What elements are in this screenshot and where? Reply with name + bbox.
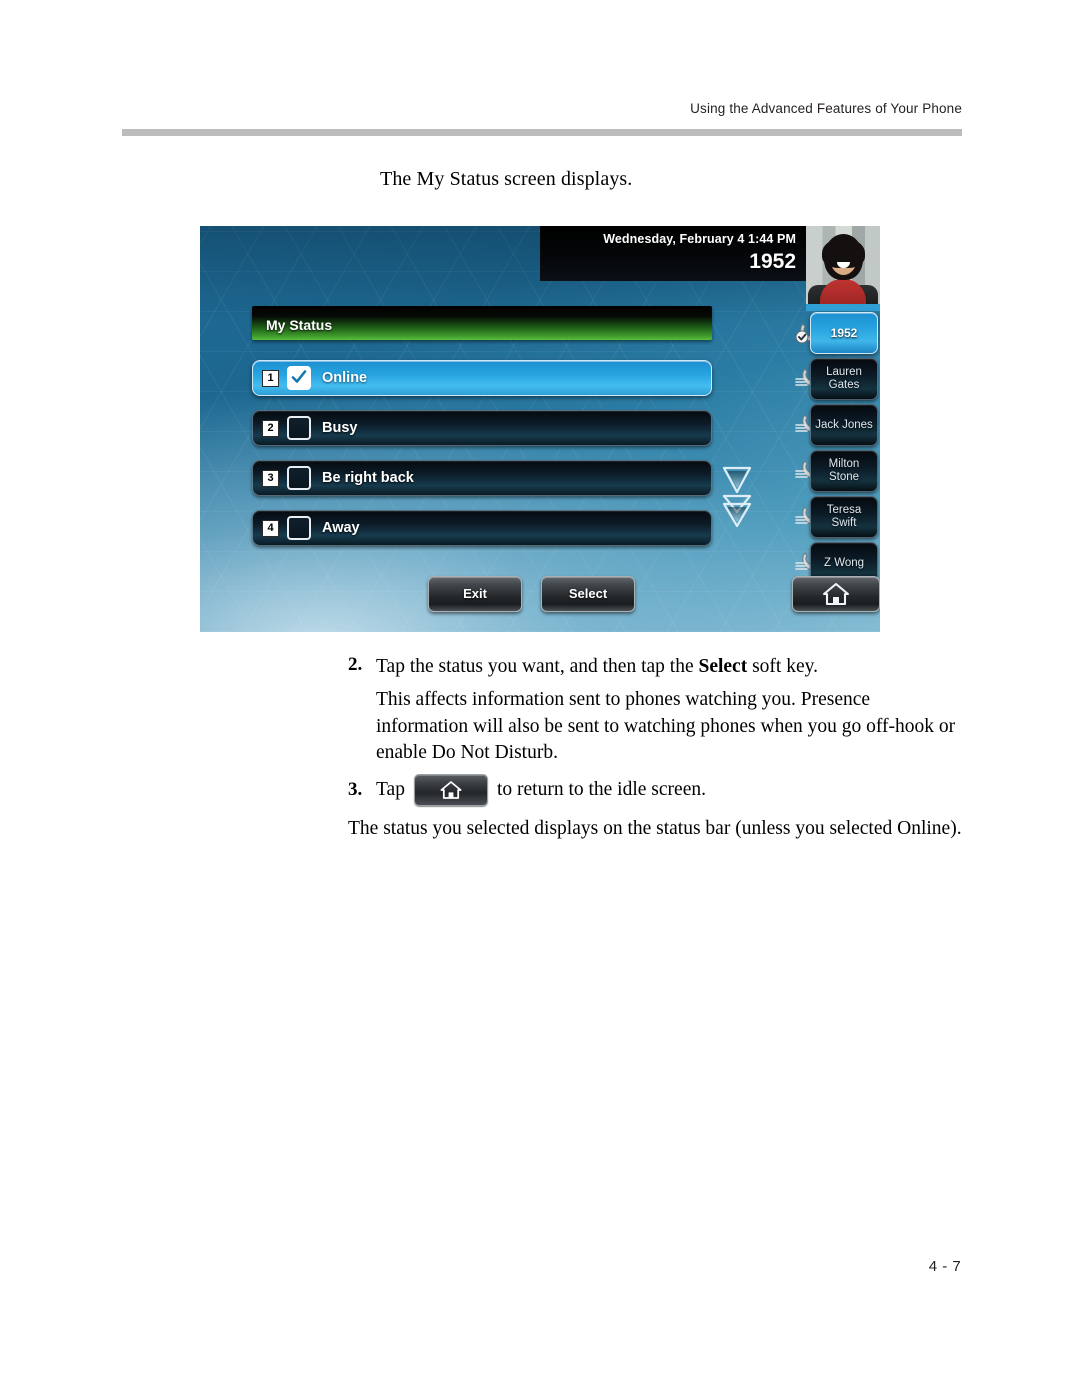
status-row-label: Busy [322, 420, 358, 436]
status-row-index: 1 [262, 369, 279, 387]
status-row-be-right-back[interactable]: 3 Be right back [252, 460, 712, 496]
sidebar-button[interactable]: Lauren Gates [810, 358, 878, 400]
status-row-label: Away [322, 520, 360, 536]
sidebar-line-1952[interactable]: 1952 [794, 312, 880, 354]
page-header: Using the Advanced Features of Your Phon… [122, 100, 962, 118]
sidebar-label: Milton Stone [828, 458, 860, 483]
sidebar-button[interactable]: Jack Jones [810, 404, 878, 446]
step-2-number: 2. [348, 654, 363, 675]
my-status-title-bar: My Status [252, 306, 712, 340]
step-2-bold-select: Select [698, 656, 748, 677]
checkbox-unchecked-icon[interactable] [287, 466, 311, 490]
step-2: 2. Tap the status you want, and then tap… [348, 654, 968, 680]
step-3: 3. Tap to return to the idle screen. [348, 774, 968, 806]
sidebar-label: Lauren Gates [826, 366, 862, 391]
sidebar-button[interactable]: 1952 [810, 312, 878, 354]
status-bar-datetime: Wednesday, February 4 1:44 PM [603, 232, 796, 246]
home-key-button[interactable] [792, 576, 880, 612]
my-status-title: My Status [266, 316, 333, 333]
status-row-index: 3 [262, 469, 279, 487]
status-bar-extension: 1952 [749, 250, 796, 273]
sidebar-button[interactable]: Milton Stone [810, 450, 878, 492]
status-row-online[interactable]: 1 Online [252, 360, 712, 396]
page-header-title: Using the Advanced Features of Your Phon… [690, 101, 962, 116]
step-3-text: Tap to return to the idle screen. [376, 774, 706, 806]
status-options-list: 1 Online 2 Busy 3 Be right back 4 Away [252, 360, 712, 560]
user-photo-avatar [806, 226, 880, 311]
home-icon [440, 781, 462, 799]
phone-screenshot: Wednesday, February 4 1:44 PM 1952 My St… [200, 226, 880, 632]
sidebar-contact-jack-jones[interactable]: Jack Jones [794, 404, 880, 446]
inline-home-key-button[interactable] [413, 774, 488, 806]
sidebar-label: Z Wong [823, 556, 865, 569]
status-row-label: Online [322, 370, 368, 386]
status-row-busy[interactable]: 2 Busy [252, 410, 712, 446]
exit-soft-key[interactable]: Exit [428, 576, 522, 612]
header-rule [122, 129, 962, 136]
sidebar-label: Teresa Swift [826, 504, 862, 529]
sidebar-label: 1952 [830, 325, 858, 340]
chevron-double-down-icon[interactable] [720, 492, 754, 528]
phone-status-bar: Wednesday, February 4 1:44 PM 1952 [540, 226, 806, 281]
sidebar-contact-teresa-swift[interactable]: Teresa Swift [794, 496, 880, 538]
sidebar-contact-milton-stone[interactable]: Milton Stone [794, 450, 880, 492]
home-icon [822, 582, 850, 606]
status-row-index: 2 [262, 419, 279, 437]
contacts-sidebar: 1952 Lauren Gates Jack Jones Milton Ston… [794, 312, 880, 588]
scroll-indicators[interactable] [720, 462, 754, 528]
chevron-down-icon[interactable] [720, 462, 754, 496]
step-3-number: 3. [348, 779, 363, 800]
page-number: 4 - 7 [928, 1258, 962, 1275]
step-2-paragraph: This affects information sent to phones … [376, 689, 956, 764]
status-row-label: Be right back [322, 470, 414, 486]
sidebar-label: Jack Jones [815, 418, 873, 431]
checkbox-checked-icon[interactable] [287, 366, 311, 390]
step-2-text-before: Tap the status you want, and then tap th… [376, 656, 699, 677]
sidebar-contact-lauren-gates[interactable]: Lauren Gates [794, 358, 880, 400]
status-row-away[interactable]: 4 Away [252, 510, 712, 546]
sidebar-button[interactable]: Teresa Swift [810, 496, 878, 538]
status-row-index: 4 [262, 519, 279, 537]
step-2-text: Tap the status you want, and then tap th… [376, 654, 818, 680]
select-soft-key[interactable]: Select [541, 576, 635, 612]
step-3-text-after: to return to the idle screen. [496, 779, 706, 801]
soft-key-bar: Exit Select [428, 576, 650, 612]
intro-text: The My Status screen displays. [380, 168, 633, 190]
checkbox-unchecked-icon[interactable] [287, 416, 311, 440]
closing-text: The status you selected displays on the … [348, 818, 962, 839]
step-3-text-before: Tap [376, 779, 405, 801]
checkbox-unchecked-icon[interactable] [287, 516, 311, 540]
avatar-bottom-strip [806, 304, 880, 311]
step-2-text-after: soft key. [747, 656, 818, 677]
